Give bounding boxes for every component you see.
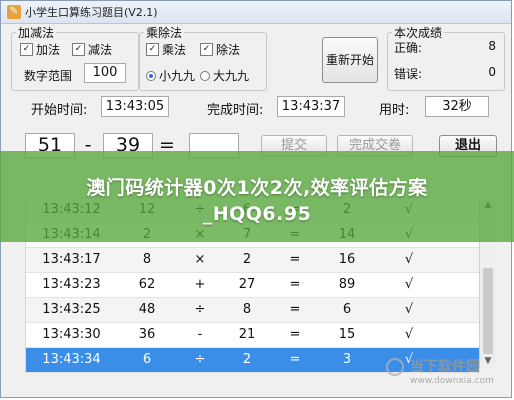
operator-cell: - <box>197 327 203 342</box>
answer-cell: 89 <box>338 277 356 292</box>
watermark-url: www.downxia.com <box>410 376 494 386</box>
app-icon: ✎ <box>7 5 21 19</box>
range-input[interactable]: 100 <box>84 63 126 83</box>
site-watermark: 当下软件园 www.downxia.com <box>384 354 508 394</box>
operand-b-cell: 21 <box>238 327 256 342</box>
answer-cell: 15 <box>338 327 356 342</box>
big-table-label: 大九九 <box>213 69 250 83</box>
mul-checkbox[interactable]: ✓ 乘法 <box>146 41 186 58</box>
equals-cell: = <box>289 352 301 367</box>
window-title: 小学生口算练习题目(V2.1) <box>25 6 158 19</box>
div-checkbox[interactable]: ✓ 除法 <box>200 41 240 58</box>
time-cell: 13:43:34 <box>42 352 101 367</box>
promo-line-1: 澳门码统计器0次1次2次,效率评估方案 <box>86 177 428 199</box>
table-row[interactable]: 13:43:30 36 - 21 = 15 √ <box>26 323 479 348</box>
add-checkbox[interactable]: ✓ 加法 <box>20 41 60 58</box>
mul-div-group: 乘除法 ✓ 乘法 ✓ 除法 小九九 大九九 <box>139 24 267 91</box>
used-time-field: 32秒 <box>425 96 489 117</box>
operand-b-cell: 8 <box>242 302 252 317</box>
watermark-name: 当下软件园 <box>410 359 480 375</box>
check-icon: ✓ <box>20 43 33 56</box>
time-cell: 13:43:30 <box>42 327 101 342</box>
correct-label: 正确: <box>394 41 423 55</box>
equals-cell: = <box>289 277 301 292</box>
title-bar: ✎ 小学生口算练习题目(V2.1) <box>1 1 511 24</box>
operand-a-cell: 48 <box>138 302 156 317</box>
wrong-value: 0 <box>488 65 496 79</box>
equals-cell: = <box>289 252 301 267</box>
sub-checkbox[interactable]: ✓ 减法 <box>72 41 112 58</box>
range-label: 数字范围 <box>24 69 73 83</box>
div-checkbox-label: 除法 <box>216 43 241 57</box>
operand-b-cell: 2 <box>242 252 252 267</box>
answer-cell: 3 <box>342 352 352 367</box>
sub-checkbox-label: 减法 <box>88 43 113 57</box>
big-table-radio[interactable]: 大九九 <box>200 67 249 84</box>
operator-cell: × <box>194 252 206 267</box>
operator-cell: ÷ <box>194 352 206 367</box>
watermark-logo-icon <box>386 358 404 376</box>
promo-line-2: _HQQ6.95 <box>202 203 312 225</box>
finish-time-label: 完成时间: <box>207 103 264 118</box>
add-sub-group: 加减法 ✓ 加法 ✓ 减法 数字范围 100 <box>11 24 139 91</box>
check-icon: ✓ <box>200 43 213 56</box>
time-cell: 13:43:25 <box>42 302 101 317</box>
start-time-label: 开始时间: <box>31 103 88 118</box>
answer-cell: 6 <box>342 302 352 317</box>
table-row[interactable]: 13:43:17 8 × 2 = 16 √ <box>26 248 479 273</box>
check-icon: ✓ <box>72 43 85 56</box>
result-mark-cell: √ <box>404 327 414 342</box>
operand-a-cell: 6 <box>142 352 152 367</box>
equals-cell: = <box>289 327 301 342</box>
small-table-radio[interactable]: 小九九 <box>146 67 195 84</box>
add-sub-group-title: 加减法 <box>16 24 57 41</box>
operator-cell: ÷ <box>194 302 206 317</box>
radio-empty-icon <box>200 70 210 81</box>
operand-b-cell: 2 <box>242 352 252 367</box>
time-cell: 13:43:23 <box>42 277 101 292</box>
promo-overlay: 澳门码统计器0次1次2次,效率评估方案 _HQQ6.95 <box>0 151 514 242</box>
operand-b-cell: 27 <box>238 277 256 292</box>
used-time-label: 用时: <box>379 103 410 118</box>
finish-time-field: 13:43:37 <box>277 96 345 117</box>
result-mark-cell: √ <box>404 252 414 267</box>
result-mark-cell: √ <box>404 277 414 292</box>
mul-checkbox-label: 乘法 <box>162 43 187 57</box>
add-checkbox-label: 加法 <box>36 43 61 57</box>
operand-a-cell: 62 <box>138 277 156 292</box>
wrong-label: 错误: <box>394 67 423 81</box>
operator-cell: + <box>194 277 206 292</box>
result-mark-cell: √ <box>404 302 414 317</box>
equals-cell: = <box>289 302 301 317</box>
scrollbar-thumb[interactable] <box>483 268 493 354</box>
small-table-label: 小九九 <box>159 69 196 83</box>
mul-div-group-title: 乘除法 <box>144 24 185 41</box>
operand-a-cell: 36 <box>138 327 156 342</box>
correct-value: 8 <box>488 39 496 53</box>
operand-a-cell: 8 <box>142 252 152 267</box>
time-cell: 13:43:17 <box>42 252 101 267</box>
table-row[interactable]: 13:43:25 48 ÷ 8 = 6 √ <box>26 298 479 323</box>
score-group: 本次成绩 正确: 8 错误: 0 <box>387 24 505 91</box>
restart-button[interactable]: 重新开始 <box>322 37 378 83</box>
radio-selected-icon <box>146 70 156 81</box>
table-row[interactable]: 13:43:23 62 +27 = 89 √ <box>26 273 479 298</box>
answer-cell: 16 <box>338 252 356 267</box>
start-time-field: 13:43:05 <box>101 96 169 117</box>
check-icon: ✓ <box>146 43 159 56</box>
